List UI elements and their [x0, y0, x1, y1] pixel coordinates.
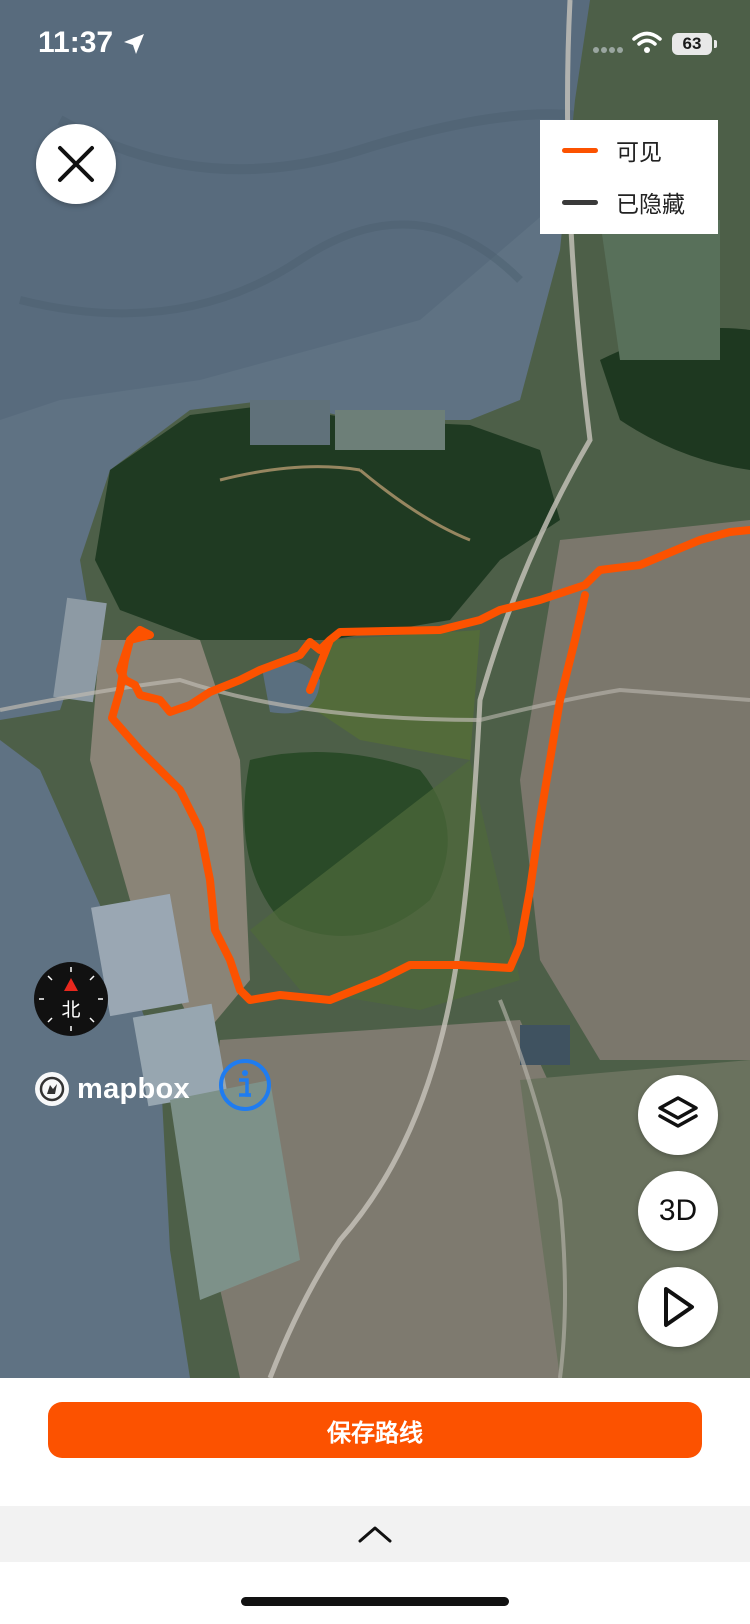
- battery-tip: [714, 40, 717, 48]
- layers-icon: [658, 1096, 698, 1128]
- legend-label-visible: 可见: [616, 140, 662, 166]
- route-legend: 可见 已隐藏: [540, 120, 718, 234]
- home-indicator: [241, 1597, 509, 1606]
- close-icon: [58, 146, 94, 182]
- toggle-3d-button[interactable]: 3D: [638, 1171, 718, 1251]
- toggle-3d-label: 3D: [658, 1194, 698, 1227]
- cellular-signal-icon: [593, 47, 623, 53]
- close-button[interactable]: [36, 124, 116, 204]
- map-layers-button[interactable]: [638, 1075, 718, 1155]
- play-flyover-button[interactable]: [638, 1267, 718, 1347]
- battery-indicator: 63: [672, 33, 712, 55]
- chevron-up-icon: [358, 1526, 392, 1543]
- legend-swatch-hidden: [562, 199, 598, 205]
- save-route-button[interactable]: 保存路线: [48, 1402, 702, 1458]
- legend-item-hidden: 已隐藏: [562, 182, 685, 222]
- legend-label-hidden: 已隐藏: [616, 192, 685, 218]
- status-bar: 11:37 63: [0, 0, 750, 90]
- compass-button[interactable]: 北: [33, 961, 109, 1037]
- expand-drawer-handle[interactable]: [0, 1506, 750, 1562]
- mapbox-logo: mapbox: [33, 1070, 190, 1108]
- wifi-icon: [632, 31, 662, 53]
- status-time: 11:37: [38, 26, 114, 59]
- legend-swatch-visible: [562, 147, 598, 153]
- location-arrow-icon: [124, 34, 144, 54]
- mapbox-wordmark: mapbox: [77, 1072, 190, 1105]
- info-icon[interactable]: [218, 1058, 272, 1112]
- compass-north-label: 北: [61, 999, 81, 1021]
- play-icon: [664, 1287, 694, 1327]
- route-line: [108, 526, 750, 1004]
- map-view[interactable]: 11:37 63 可见 已隐藏 北 mapbox 3D: [0, 0, 750, 1378]
- legend-item-visible: 可见: [562, 130, 662, 170]
- mapbox-logo-icon: [35, 1072, 69, 1106]
